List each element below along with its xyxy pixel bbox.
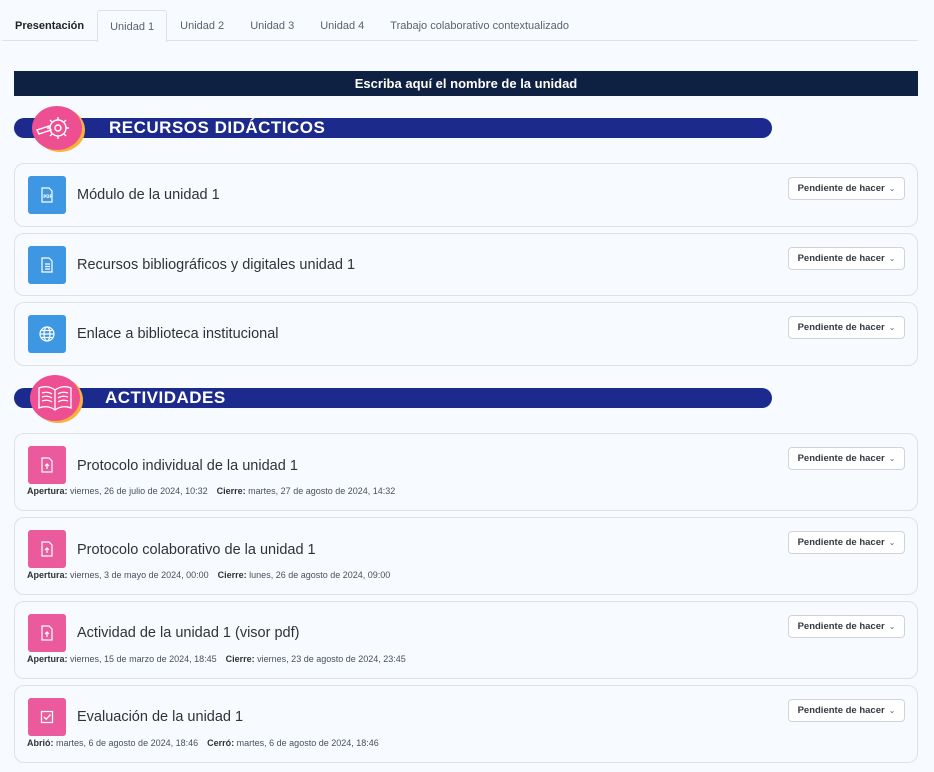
completion-status-button[interactable]: Pendiente de hacer ⌄ — [788, 177, 905, 200]
svg-text:PDF: PDF — [43, 194, 52, 199]
activity-card[interactable]: Protocolo colaborativo de la unidad 1 Pe… — [14, 517, 918, 595]
activity-card[interactable]: Evaluación de la unidad 1 Pendiente de h… — [14, 685, 918, 763]
status-label: Pendiente de hacer — [797, 253, 885, 264]
completion-status-button[interactable]: Pendiente de hacer ⌄ — [788, 247, 905, 270]
course-tabs: Presentación Unidad 1 Unidad 2 Unidad 3 … — [2, 10, 918, 42]
close-date: martes, 6 de agosto de 2024, 18:46 — [236, 738, 379, 748]
pdf-icon: PDF — [28, 176, 66, 214]
chevron-down-icon: ⌄ — [888, 323, 896, 332]
resource-card[interactable]: PDF Módulo de la unidad 1 Pendiente de h… — [14, 163, 918, 227]
status-label: Pendiente de hacer — [797, 183, 885, 194]
document-icon — [28, 246, 66, 284]
chevron-down-icon: ⌄ — [888, 454, 896, 463]
tab-trabajo-colaborativo[interactable]: Trabajo colaborativo contextualizado — [377, 10, 582, 41]
activity-dates: Apertura: viernes, 15 de marzo de 2024, … — [27, 654, 406, 664]
open-label: Apertura: — [27, 570, 68, 580]
upload-file-icon — [28, 530, 66, 568]
activity-card[interactable]: Actividad de la unidad 1 (visor pdf) Pen… — [14, 601, 918, 679]
activities-title: ACTIVIDADES — [105, 388, 226, 407]
resource-title[interactable]: Recursos bibliográficos y digitales unid… — [77, 257, 355, 273]
completion-status-button[interactable]: Pendiente de hacer ⌄ — [788, 447, 905, 470]
resource-card[interactable]: Enlace a biblioteca institucional Pendie… — [14, 302, 918, 366]
status-label: Pendiente de hacer — [797, 537, 885, 548]
open-label: Apertura: — [27, 486, 68, 496]
status-label: Pendiente de hacer — [797, 621, 885, 632]
activity-title[interactable]: Protocolo individual de la unidad 1 — [77, 458, 298, 474]
chevron-down-icon: ⌄ — [888, 538, 896, 547]
tab-unidad-4[interactable]: Unidad 4 — [307, 10, 377, 41]
chevron-down-icon: ⌄ — [888, 184, 896, 193]
close-date: lunes, 26 de agosto de 2024, 09:00 — [249, 570, 391, 580]
open-label: Abrió: — [27, 738, 54, 748]
open-book-icon — [30, 375, 80, 421]
gear-pencil-icon — [32, 106, 82, 150]
activity-title[interactable]: Actividad de la unidad 1 (visor pdf) — [77, 625, 299, 641]
activity-title[interactable]: Evaluación de la unidad 1 — [77, 709, 243, 725]
close-label: Cierre: — [217, 570, 247, 580]
close-label: Cierre: — [225, 654, 255, 664]
upload-file-icon — [28, 446, 66, 484]
completion-status-button[interactable]: Pendiente de hacer ⌄ — [788, 699, 905, 722]
open-label: Apertura: — [27, 654, 68, 664]
close-date: viernes, 23 de agosto de 2024, 23:45 — [257, 654, 406, 664]
checkbox-icon — [28, 698, 66, 736]
activity-dates: Apertura: viernes, 26 de julio de 2024, … — [27, 486, 395, 496]
activity-dates: Apertura: viernes, 3 de mayo de 2024, 00… — [27, 570, 390, 580]
completion-status-button[interactable]: Pendiente de hacer ⌄ — [788, 531, 905, 554]
chevron-down-icon: ⌄ — [888, 254, 896, 263]
unit-title-bar: Escriba aquí el nombre de la unidad — [14, 71, 918, 96]
close-label: Cerró: — [207, 738, 235, 748]
tab-unidad-2[interactable]: Unidad 2 — [167, 10, 237, 41]
completion-status-button[interactable]: Pendiente de hacer ⌄ — [788, 316, 905, 339]
open-date: viernes, 15 de marzo de 2024, 18:45 — [70, 654, 217, 664]
activity-dates: Abrió: martes, 6 de agosto de 2024, 18:4… — [27, 738, 379, 748]
globe-icon — [28, 315, 66, 353]
resources-title: RECURSOS DIDÁCTICOS — [109, 118, 326, 137]
status-label: Pendiente de hacer — [797, 453, 885, 464]
resource-card[interactable]: Recursos bibliográficos y digitales unid… — [14, 233, 918, 296]
resource-title[interactable]: Enlace a biblioteca institucional — [77, 326, 279, 342]
tab-unidad-3[interactable]: Unidad 3 — [237, 10, 307, 41]
activity-title[interactable]: Protocolo colaborativo de la unidad 1 — [77, 542, 316, 558]
close-label: Cierre: — [216, 486, 246, 496]
close-date: martes, 27 de agosto de 2024, 14:32 — [248, 486, 396, 496]
status-label: Pendiente de hacer — [797, 322, 885, 333]
tab-presentacion[interactable]: Presentación — [2, 10, 97, 41]
chevron-down-icon: ⌄ — [888, 622, 896, 631]
open-date: martes, 6 de agosto de 2024, 18:46 — [56, 738, 199, 748]
completion-status-button[interactable]: Pendiente de hacer ⌄ — [788, 615, 905, 638]
tab-unidad-1[interactable]: Unidad 1 — [97, 10, 168, 42]
status-label: Pendiente de hacer — [797, 705, 885, 716]
open-date: viernes, 26 de julio de 2024, 10:32 — [70, 486, 208, 496]
open-date: viernes, 3 de mayo de 2024, 00:00 — [70, 570, 209, 580]
chevron-down-icon: ⌄ — [888, 706, 896, 715]
upload-file-icon — [28, 614, 66, 652]
activity-card[interactable]: Protocolo individual de la unidad 1 Pend… — [14, 433, 918, 511]
unit-title: Escriba aquí el nombre de la unidad — [354, 76, 578, 91]
resource-title[interactable]: Módulo de la unidad 1 — [77, 187, 220, 203]
